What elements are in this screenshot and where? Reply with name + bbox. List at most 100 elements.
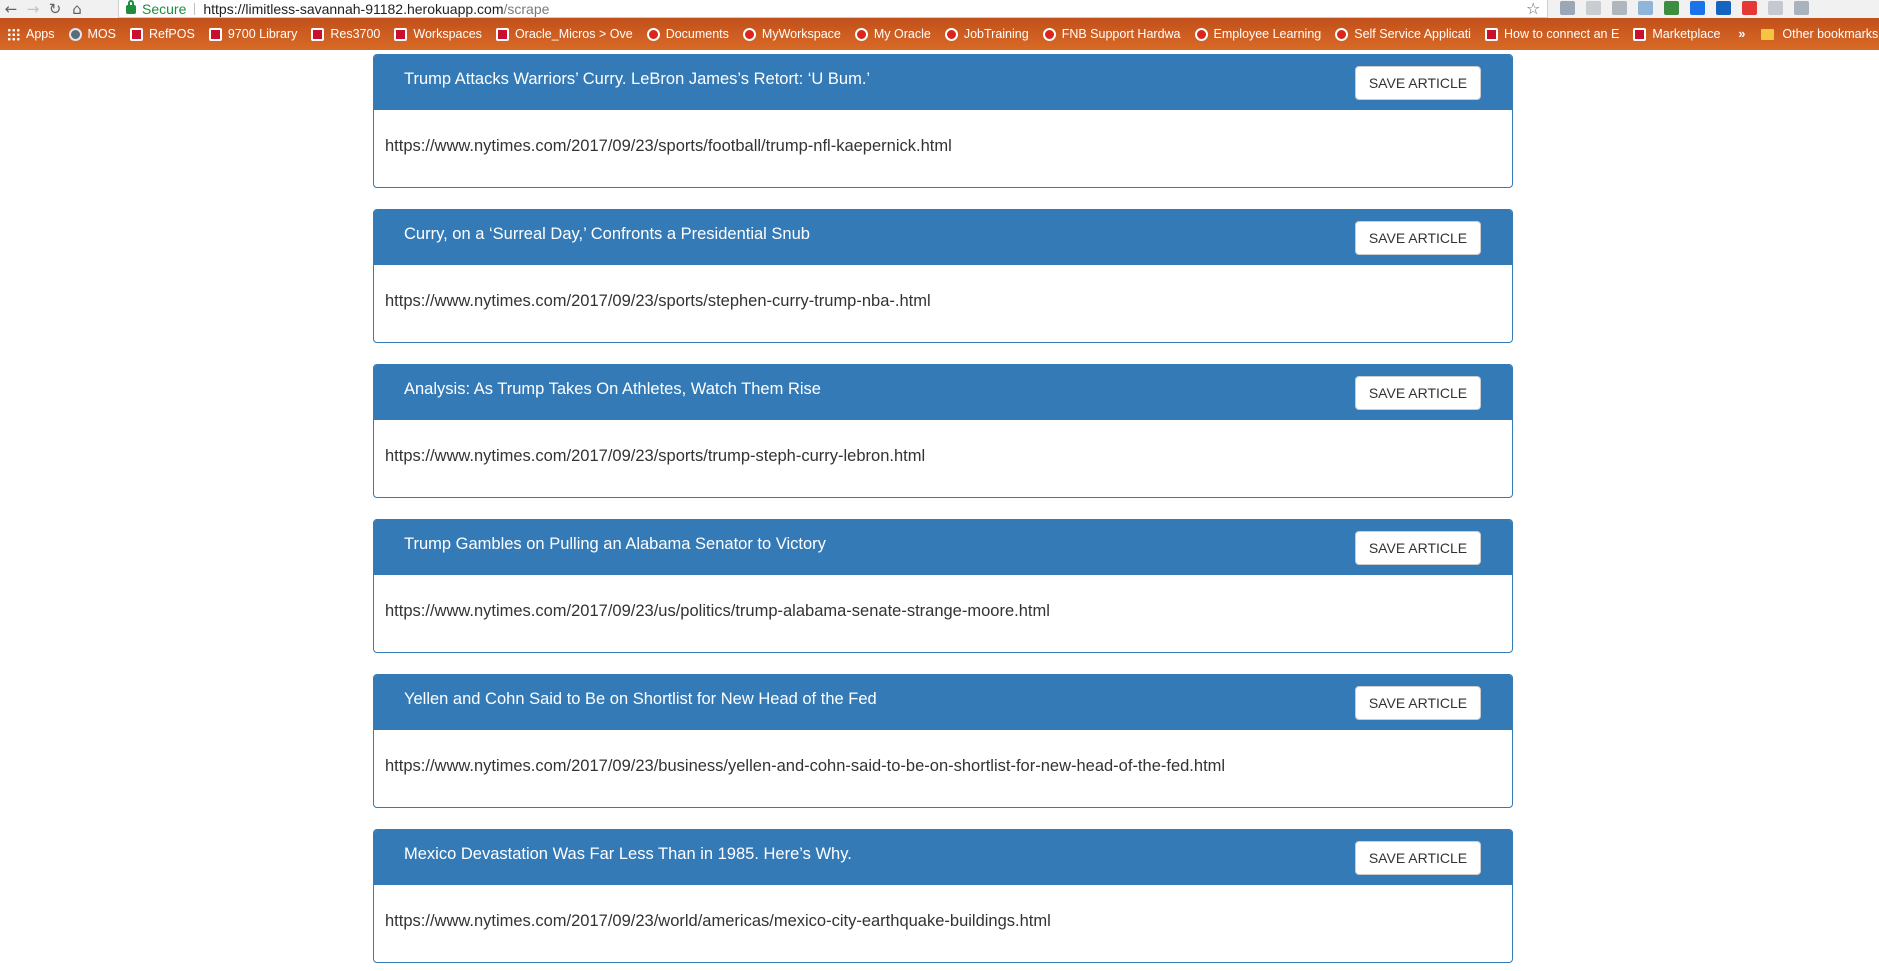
- bookmark-label: MyWorkspace: [761, 27, 841, 41]
- save-article-button[interactable]: SAVE ARTICLE: [1355, 66, 1481, 100]
- bookmark-documents[interactable]: Documents: [646, 27, 729, 41]
- bookmark-refpos[interactable]: RefPOS: [129, 27, 195, 41]
- bookmark-label: How to connect an E: [1503, 27, 1620, 41]
- oracle-icon: [1042, 27, 1056, 41]
- article-link[interactable]: https://www.nytimes.com/2017/09/23/world…: [385, 912, 1051, 931]
- bookmark-label: RefPOS: [148, 27, 195, 41]
- bookmark-self-service[interactable]: Self Service Applicati: [1335, 27, 1471, 41]
- article-link[interactable]: https://www.nytimes.com/2017/09/23/sport…: [385, 137, 952, 156]
- save-article-button[interactable]: SAVE ARTICLE: [1355, 686, 1481, 720]
- magento-icon: [1633, 27, 1647, 41]
- article-heading: Mexico Devastation Was Far Less Than in …: [374, 830, 1512, 885]
- article-link[interactable]: https://www.nytimes.com/2017/09/23/sport…: [385, 292, 931, 311]
- home-icon[interactable]: ⌂: [66, 0, 88, 18]
- article-link[interactable]: https://www.nytimes.com/2017/09/23/sport…: [385, 447, 925, 466]
- save-article-button[interactable]: SAVE ARTICLE: [1355, 376, 1481, 410]
- bookmark-label: Oracle_Micros > Ove: [514, 27, 633, 41]
- bookmark-my-oracle[interactable]: My Oracle: [854, 27, 931, 41]
- article-title: Curry, on a ‘Surreal Day,’ Confronts a P…: [404, 225, 810, 243]
- bookmark-jobtraining[interactable]: JobTraining: [944, 27, 1029, 41]
- bookmark-label: Documents: [665, 27, 729, 41]
- article-card: Mexico Devastation Was Far Less Than in …: [373, 829, 1513, 963]
- oracle-icon: [129, 27, 143, 41]
- article-heading: Trump Attacks Warriors’ Curry. LeBron Ja…: [374, 55, 1512, 110]
- article-title: Analysis: As Trump Takes On Athletes, Wa…: [404, 380, 821, 398]
- article-heading: Trump Gambles on Pulling an Alabama Sena…: [374, 520, 1512, 575]
- bookmarks-bar: Apps MOS RefPOS 9700 Library Res3700 Wor…: [0, 18, 1879, 50]
- bookmark-marketplace[interactable]: Marketplace: [1633, 27, 1720, 41]
- save-article-button[interactable]: SAVE ARTICLE: [1355, 221, 1481, 255]
- oracle-icon: [394, 27, 408, 41]
- article-list: Trump Attacks Warriors’ Curry. LeBron Ja…: [0, 50, 1879, 971]
- article-heading: Yellen and Cohn Said to Be on Shortlist …: [374, 675, 1512, 730]
- oracle-icon: [495, 27, 509, 41]
- bookmark-res3700[interactable]: Res3700: [311, 27, 380, 41]
- oracle-icon: [742, 27, 756, 41]
- oracle-icon: [1194, 27, 1208, 41]
- globe-icon: [68, 27, 82, 41]
- bookmark-apps[interactable]: Apps: [7, 27, 55, 41]
- extension-icon[interactable]: [1612, 1, 1627, 15]
- bookmark-label: Other bookmarks: [1782, 27, 1879, 41]
- save-article-button[interactable]: SAVE ARTICLE: [1355, 841, 1481, 875]
- extension-icon[interactable]: [1716, 1, 1731, 15]
- bookmark-star-icon[interactable]: ☆: [1526, 0, 1540, 18]
- bookmark-employee-learning[interactable]: Employee Learning: [1194, 27, 1322, 41]
- bookmark-fnb-support[interactable]: FNB Support Hardwa: [1042, 27, 1181, 41]
- forward-icon[interactable]: →: [22, 0, 44, 18]
- apps-grid-icon: [7, 27, 20, 41]
- bookmark-oracle-micros[interactable]: Oracle_Micros > Ove: [495, 27, 633, 41]
- bookmark-label: JobTraining: [963, 27, 1029, 41]
- bookmark-9700-library[interactable]: 9700 Library: [208, 27, 297, 41]
- more-bookmarks-chevron-icon[interactable]: »: [1738, 27, 1745, 41]
- article-heading: Curry, on a ‘Surreal Day,’ Confronts a P…: [374, 210, 1512, 265]
- oracle-icon: [854, 27, 868, 41]
- article-card: Trump Gambles on Pulling an Alabama Sena…: [373, 519, 1513, 653]
- url-path: /scrape: [503, 0, 550, 17]
- extension-icons: [1560, 1, 1809, 15]
- article-title: Mexico Devastation Was Far Less Than in …: [404, 845, 852, 863]
- oracle-icon: [944, 27, 958, 41]
- bookmark-mos[interactable]: MOS: [68, 27, 116, 41]
- secure-label: Secure: [142, 0, 187, 17]
- article-link[interactable]: https://www.nytimes.com/2017/09/23/busin…: [385, 757, 1225, 776]
- url-divider: [194, 2, 196, 15]
- article-title: Yellen and Cohn Said to Be on Shortlist …: [404, 690, 877, 708]
- bookmark-label: Workspaces: [413, 27, 482, 41]
- bookmark-other-bookmarks[interactable]: Other bookmarks: [1761, 27, 1878, 41]
- bookmark-label: Self Service Applicati: [1354, 27, 1471, 41]
- bookmark-label: My Oracle: [873, 27, 931, 41]
- article-link[interactable]: https://www.nytimes.com/2017/09/23/us/po…: [385, 602, 1050, 621]
- bookmark-label: Res3700: [330, 27, 381, 41]
- magento-icon: [1484, 27, 1498, 41]
- extension-icon[interactable]: [1690, 1, 1705, 15]
- bookmark-myworkspace[interactable]: MyWorkspace: [742, 27, 841, 41]
- article-card: Yellen and Cohn Said to Be on Shortlist …: [373, 674, 1513, 808]
- article-heading: Analysis: As Trump Takes On Athletes, Wa…: [374, 365, 1512, 420]
- article-title: Trump Gambles on Pulling an Alabama Sena…: [404, 535, 826, 553]
- extension-icon[interactable]: [1742, 1, 1757, 15]
- address-bar[interactable]: Secure https://limitless-savannah-91182.…: [118, 0, 1548, 18]
- bookmark-label: Employee Learning: [1213, 27, 1322, 41]
- browser-toolbar: ← → ↻ ⌂ Secure https://limitless-savanna…: [0, 0, 1879, 18]
- save-article-button[interactable]: SAVE ARTICLE: [1355, 531, 1481, 565]
- extension-icon[interactable]: [1560, 1, 1575, 15]
- bookmark-label: Apps: [26, 27, 55, 41]
- reload-icon[interactable]: ↻: [44, 0, 66, 18]
- extension-icon[interactable]: [1586, 1, 1601, 15]
- back-icon[interactable]: ←: [0, 0, 22, 18]
- oracle-icon: [311, 27, 325, 41]
- bookmark-label: Marketplace: [1652, 27, 1721, 41]
- extension-icon[interactable]: [1664, 1, 1679, 15]
- lock-icon: [126, 0, 136, 14]
- bookmark-workspaces[interactable]: Workspaces: [394, 27, 482, 41]
- oracle-icon: [1335, 27, 1349, 41]
- extension-icon[interactable]: [1794, 1, 1809, 15]
- bookmark-label: MOS: [87, 27, 116, 41]
- bookmark-how-to-connect[interactable]: How to connect an E: [1484, 27, 1620, 41]
- extension-icon[interactable]: [1768, 1, 1783, 15]
- article-card: Curry, on a ‘Surreal Day,’ Confronts a P…: [373, 209, 1513, 343]
- bookmark-label: FNB Support Hardwa: [1061, 27, 1181, 41]
- extension-icon[interactable]: [1638, 1, 1653, 15]
- folder-icon: [1761, 28, 1775, 40]
